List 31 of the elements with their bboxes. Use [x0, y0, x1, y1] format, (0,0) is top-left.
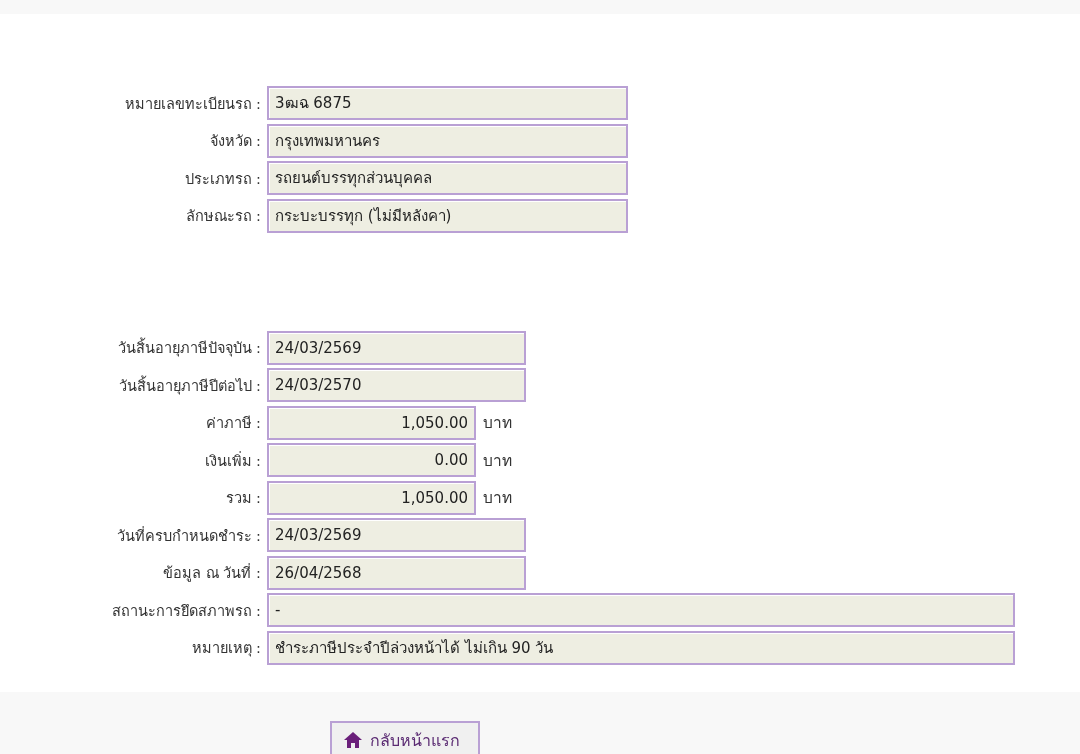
- value-field: 0.00: [267, 443, 476, 477]
- field-label: วันสิ้นอายุภาษีปีต่อไป :: [117, 374, 262, 397]
- value-field: 1,050.00: [267, 480, 476, 515]
- field-label: รวม :: [224, 489, 262, 508]
- value-field: 24/03/2570: [267, 368, 526, 402]
- value-field: 1,050.00: [267, 405, 476, 440]
- field-label: เงินเพิ่ม :: [203, 450, 262, 471]
- field-label: ลักษณะรถ :: [184, 207, 262, 226]
- home-button[interactable]: กลับหน้าแรก: [330, 721, 480, 754]
- field-label: หมายเลขทะเบียนรถ :: [123, 94, 262, 114]
- unit-label: บาท: [483, 450, 512, 472]
- field-label: ข้อมูล ณ วันที่ :: [162, 562, 262, 584]
- value-field: 3ฒฉ 6875: [267, 86, 628, 120]
- value-field: กระบะบรรทุก (ไม่มีหลังคา): [267, 198, 628, 233]
- field-label: ประเภทรถ :: [183, 169, 262, 189]
- field-label: วันที่ครบกำหนดชำระ :: [115, 525, 262, 546]
- value-field: รถยนต์บรรทุกส่วนบุคคล: [267, 161, 628, 195]
- value-field: ชำระภาษีประจำปีล่วงหน้าได้ ไม่เกิน 90 วัน: [267, 630, 1015, 665]
- field-label: ค่าภาษี :: [204, 414, 262, 433]
- value-field: 24/03/2569: [267, 330, 526, 365]
- field-label: จังหวัด :: [208, 132, 262, 151]
- unit-label: บาท: [483, 488, 512, 509]
- value-field: 26/04/2568: [267, 555, 526, 590]
- value-field: 24/03/2569: [267, 518, 526, 552]
- field-label: สถานะการยึดสภาพรถ :: [110, 601, 262, 621]
- field-label: วันสิ้นอายุภาษีปัจจุบัน :: [0, 336, 267, 359]
- home-icon: [343, 731, 363, 749]
- value-field: กรุงเทพมหานคร: [267, 123, 628, 158]
- field-label: หมายเหตุ :: [190, 639, 262, 659]
- unit-label: บาท: [483, 413, 512, 434]
- value-field: -: [267, 593, 1015, 627]
